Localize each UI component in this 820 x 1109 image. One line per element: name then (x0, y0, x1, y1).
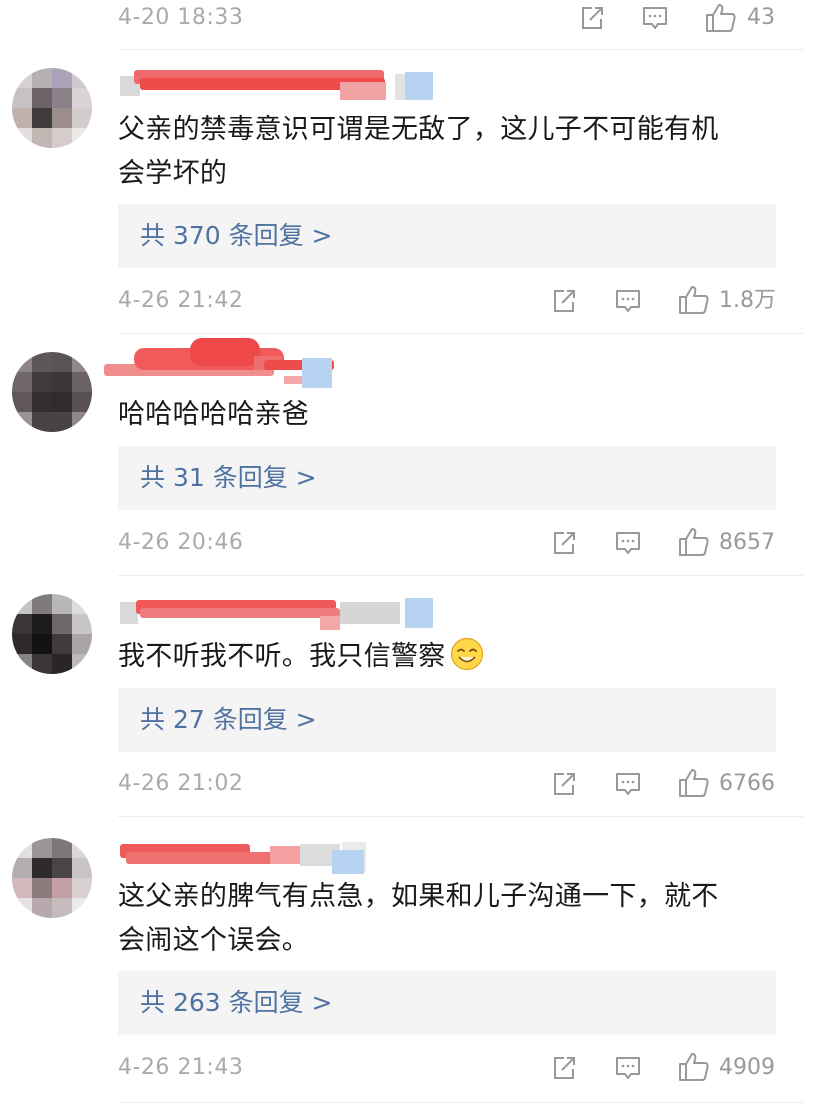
share-icon[interactable] (550, 529, 578, 557)
timestamp: 4-26 21:02 (118, 771, 244, 796)
thumbs-up-icon[interactable] (678, 1052, 710, 1082)
username-redacted[interactable] (120, 594, 440, 632)
share-icon[interactable] (578, 4, 606, 32)
avatar[interactable] (12, 352, 92, 432)
thumbs-up-icon[interactable] (678, 527, 710, 557)
comment-icon[interactable] (614, 287, 642, 315)
avatar[interactable] (12, 594, 92, 674)
verify-badge (405, 72, 433, 100)
thumbs-up-icon[interactable] (678, 285, 710, 315)
timestamp: 4-20 18:33 (118, 5, 244, 30)
timestamp: 4-26 20:46 (118, 530, 244, 555)
like-count: 6766 (719, 771, 775, 796)
share-icon[interactable] (550, 287, 578, 315)
view-replies-link[interactable]: 共 370 条回复 > (118, 204, 776, 268)
view-replies-link[interactable]: 共 27 条回复 > (118, 688, 776, 752)
smiling-emoji-icon (450, 637, 483, 671)
comment-icon[interactable] (614, 1054, 642, 1082)
share-icon[interactable] (550, 770, 578, 798)
comment-text: 我不听我不听。我只信警察 (118, 635, 778, 679)
view-replies-link[interactable]: 共 31 条回复 > (118, 446, 776, 510)
comment-icon[interactable] (614, 529, 642, 557)
share-icon[interactable] (550, 1054, 578, 1082)
timestamp: 4-26 21:42 (118, 288, 244, 313)
thumbs-up-icon[interactable] (705, 3, 737, 33)
comment-icon[interactable] (614, 770, 642, 798)
verify-badge (405, 598, 433, 628)
username-redacted[interactable] (104, 338, 344, 388)
view-replies-link[interactable]: 共 263 条回复 > (118, 971, 776, 1035)
comment-text: 这父亲的脾气有点急，如果和儿子沟通一下，就不 会闹这个误会。 (118, 881, 719, 956)
verify-badge (302, 358, 332, 388)
comment-text: 哈哈哈哈哈亲爸 (118, 399, 310, 430)
thumbs-up-icon[interactable] (678, 768, 710, 798)
avatar[interactable] (12, 838, 92, 918)
like-count: 4909 (719, 1055, 775, 1080)
like-count: 43 (747, 5, 775, 30)
like-count: 1.8万 (719, 288, 776, 313)
verify-badge (332, 850, 364, 874)
avatar[interactable] (12, 68, 92, 148)
username-redacted[interactable] (120, 838, 380, 876)
like-count: 8657 (719, 530, 775, 555)
username-redacted[interactable] (120, 66, 440, 104)
comment-icon[interactable] (641, 4, 669, 32)
comment-text: 父亲的禁毒意识可谓是无敌了，这儿子不可能有机 会学坏的 (118, 114, 719, 189)
timestamp: 4-26 21:43 (118, 1055, 244, 1080)
